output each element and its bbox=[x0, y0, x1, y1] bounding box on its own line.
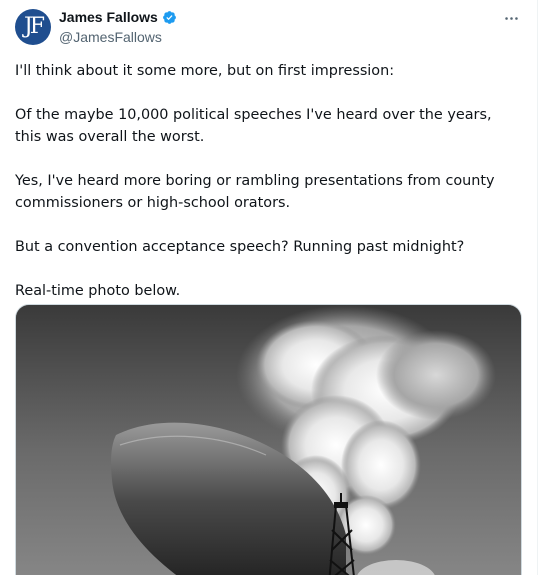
tweet: JF James Fallows @JamesFallows I'll thin… bbox=[0, 0, 538, 575]
tweet-paragraph: I'll think about it some more, but on fi… bbox=[15, 63, 395, 79]
tweet-paragraph: Real-time photo below. bbox=[15, 283, 181, 299]
author-name-row: James Fallows bbox=[59, 9, 177, 25]
more-horizontal-icon bbox=[504, 16, 518, 20]
avatar[interactable]: JF bbox=[15, 9, 51, 45]
author-handle[interactable]: @JamesFallows bbox=[59, 29, 162, 45]
tweet-text: I'll think about it some more, but on fi… bbox=[15, 60, 520, 302]
tweet-paragraph: But a convention acceptance speech? Runn… bbox=[15, 239, 465, 255]
tweet-photo[interactable] bbox=[15, 304, 522, 575]
tweet-paragraph: Of the maybe 10,000 political speeches I… bbox=[15, 107, 492, 145]
author-display-name[interactable]: James Fallows bbox=[59, 9, 158, 25]
verified-badge-icon bbox=[162, 10, 176, 24]
avatar-initials: JF bbox=[23, 14, 45, 39]
more-options-button[interactable] bbox=[501, 8, 521, 28]
tweet-paragraph: Yes, I've heard more boring or rambling … bbox=[15, 173, 495, 211]
photo-icon bbox=[16, 305, 521, 575]
